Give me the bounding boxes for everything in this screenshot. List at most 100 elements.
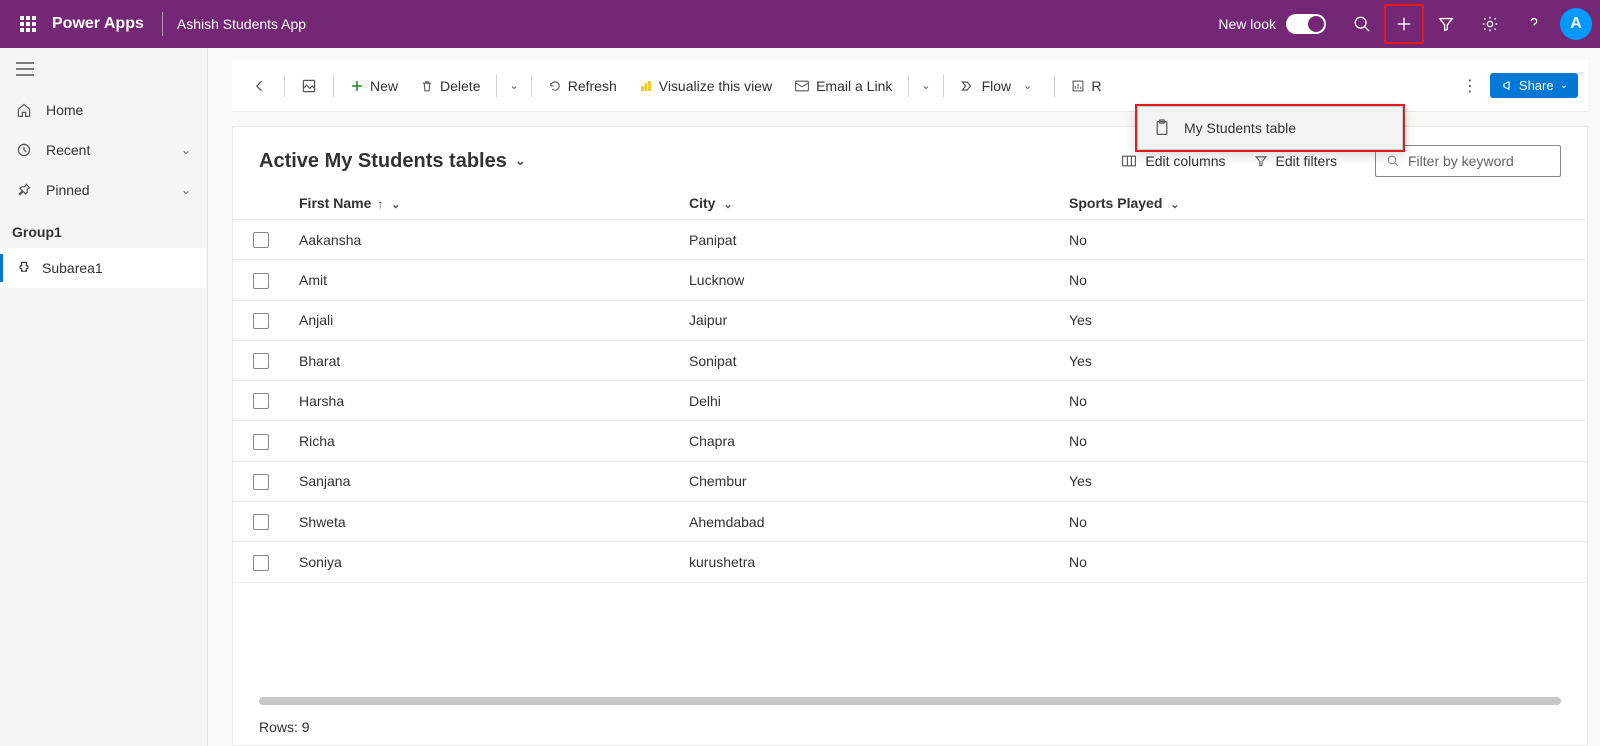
visualize-label: Visualize this view [659, 78, 772, 94]
sidebar-item-subarea1[interactable]: Subarea1 [0, 248, 207, 288]
cell-first-name: Sanjana [289, 461, 679, 501]
share-icon [1500, 79, 1513, 92]
sidebar: Home Recent ⌄ Pinned ⌄ Group1 Subarea1 [0, 48, 208, 746]
top-header: Power Apps Ashish Students App New look … [0, 0, 1600, 48]
edit-filters-button[interactable]: Edit filters [1254, 153, 1337, 169]
filter-funnel-icon[interactable] [1424, 2, 1468, 46]
cell-sports: No [1059, 220, 1587, 260]
row-checkbox[interactable] [253, 393, 269, 409]
row-checkbox[interactable] [253, 232, 269, 248]
new-button[interactable]: New [340, 72, 408, 100]
sort-asc-icon: ↑ [377, 197, 383, 211]
sidebar-item-pinned[interactable]: Pinned ⌄ [0, 170, 207, 210]
trash-icon [420, 79, 434, 93]
cell-city: Chapra [679, 421, 1059, 461]
add-flyout: My Students table [1135, 104, 1405, 152]
table-row[interactable]: RichaChapraNo [233, 421, 1587, 461]
hamburger-icon[interactable] [0, 62, 207, 90]
app-launcher-icon[interactable] [8, 4, 48, 44]
share-button[interactable]: Share ⌄ [1490, 73, 1578, 98]
divider [333, 75, 334, 97]
chevron-down-icon: ⌄ [181, 143, 191, 157]
table-row[interactable]: AnjaliJaipurYes [233, 300, 1587, 340]
sidebar-item-home[interactable]: Home [0, 90, 207, 130]
powerbi-icon [639, 79, 653, 93]
row-checkbox[interactable] [253, 313, 269, 329]
edit-columns-label: Edit columns [1145, 153, 1225, 169]
column-header-city[interactable]: City ⌄ [679, 187, 1059, 220]
row-checkbox[interactable] [253, 273, 269, 289]
row-checkbox[interactable] [253, 555, 269, 571]
table-row[interactable]: SanjanaChemburYes [233, 461, 1587, 501]
avatar[interactable]: A [1560, 8, 1592, 40]
main-content: New Delete ⌄ Refresh Visual [208, 48, 1600, 746]
cell-city: Jaipur [679, 300, 1059, 340]
email-link-button[interactable]: Email a Link [784, 72, 902, 100]
cell-city: Sonipat [679, 340, 1059, 380]
delete-button[interactable]: Delete [410, 72, 490, 100]
edit-columns-button[interactable]: Edit columns [1121, 153, 1225, 169]
report-icon [1071, 79, 1085, 93]
refresh-icon [548, 79, 562, 93]
select-all-header[interactable] [233, 187, 289, 220]
table-row[interactable]: AakanshaPanipatNo [233, 220, 1587, 260]
cell-sports: No [1059, 260, 1587, 300]
focused-view-button[interactable] [291, 72, 327, 100]
chevron-down-icon[interactable]: ⌄ [915, 79, 936, 92]
new-look-toggle[interactable]: New look [1218, 14, 1326, 34]
view-title-label: Active My Students tables [259, 150, 507, 173]
back-arrow-icon [252, 78, 268, 94]
filter-funnel-icon [1254, 154, 1268, 168]
table-row[interactable]: HarshaDelhiNo [233, 381, 1587, 421]
table-row[interactable]: SoniyakurushetraNo [233, 542, 1587, 582]
back-button[interactable] [242, 72, 278, 100]
visualize-button[interactable]: Visualize this view [629, 72, 782, 100]
report-label: R [1091, 78, 1101, 94]
row-checkbox[interactable] [253, 353, 269, 369]
gear-icon[interactable] [1468, 2, 1512, 46]
column-label: City [689, 195, 715, 211]
toggle-switch-icon[interactable] [1286, 14, 1326, 34]
cell-first-name: Soniya [289, 542, 679, 582]
puzzle-icon [16, 260, 32, 276]
cell-city: Delhi [679, 381, 1059, 421]
add-icon[interactable] [1384, 4, 1424, 44]
row-checkbox[interactable] [253, 514, 269, 530]
filter-placeholder: Filter by keyword [1408, 153, 1514, 169]
horizontal-scrollbar[interactable] [259, 697, 1561, 705]
clock-icon [16, 142, 34, 158]
table-row[interactable]: AmitLucknowNo [233, 260, 1587, 300]
pin-icon [16, 182, 34, 198]
cell-sports: Yes [1059, 300, 1587, 340]
sidebar-item-recent[interactable]: Recent ⌄ [0, 130, 207, 170]
flyout-item-my-students-table[interactable]: My Students table [1138, 107, 1402, 149]
cell-first-name: Richa [289, 421, 679, 461]
brand-label: Power Apps [52, 15, 144, 33]
rows-count-label: Rows: 9 [233, 709, 1587, 745]
sidebar-item-label: Pinned [46, 182, 90, 198]
cell-first-name: Amit [289, 260, 679, 300]
app-name-label: Ashish Students App [177, 16, 306, 32]
more-commands-button[interactable]: ⋮ [1452, 70, 1488, 102]
help-icon[interactable] [1512, 2, 1556, 46]
table-row[interactable]: ShwetaAhemdabadNo [233, 502, 1587, 542]
table-header-row: First Name ↑ ⌄ City ⌄ Sports Played ⌄ [233, 187, 1587, 220]
view-selector[interactable]: Active My Students tables ⌄ [259, 150, 526, 173]
row-checkbox[interactable] [253, 474, 269, 490]
cell-city: Chembur [679, 461, 1059, 501]
column-header-first-name[interactable]: First Name ↑ ⌄ [289, 187, 679, 220]
column-header-sports-played[interactable]: Sports Played ⌄ [1059, 187, 1587, 220]
sidebar-item-label: Subarea1 [42, 260, 103, 276]
clipboard-icon [1154, 119, 1170, 137]
chevron-down-icon: ⌄ [1017, 79, 1038, 92]
chevron-down-icon[interactable]: ⌄ [503, 79, 524, 92]
report-button[interactable]: R [1061, 72, 1111, 100]
refresh-button[interactable]: Refresh [538, 72, 627, 100]
search-icon[interactable] [1340, 2, 1384, 46]
divider [943, 75, 944, 97]
flow-label: Flow [982, 78, 1012, 94]
table-row[interactable]: BharatSonipatYes [233, 340, 1587, 380]
flow-button[interactable]: Flow ⌄ [950, 72, 1049, 100]
chevron-down-icon: ⌄ [723, 199, 732, 211]
row-checkbox[interactable] [253, 434, 269, 450]
